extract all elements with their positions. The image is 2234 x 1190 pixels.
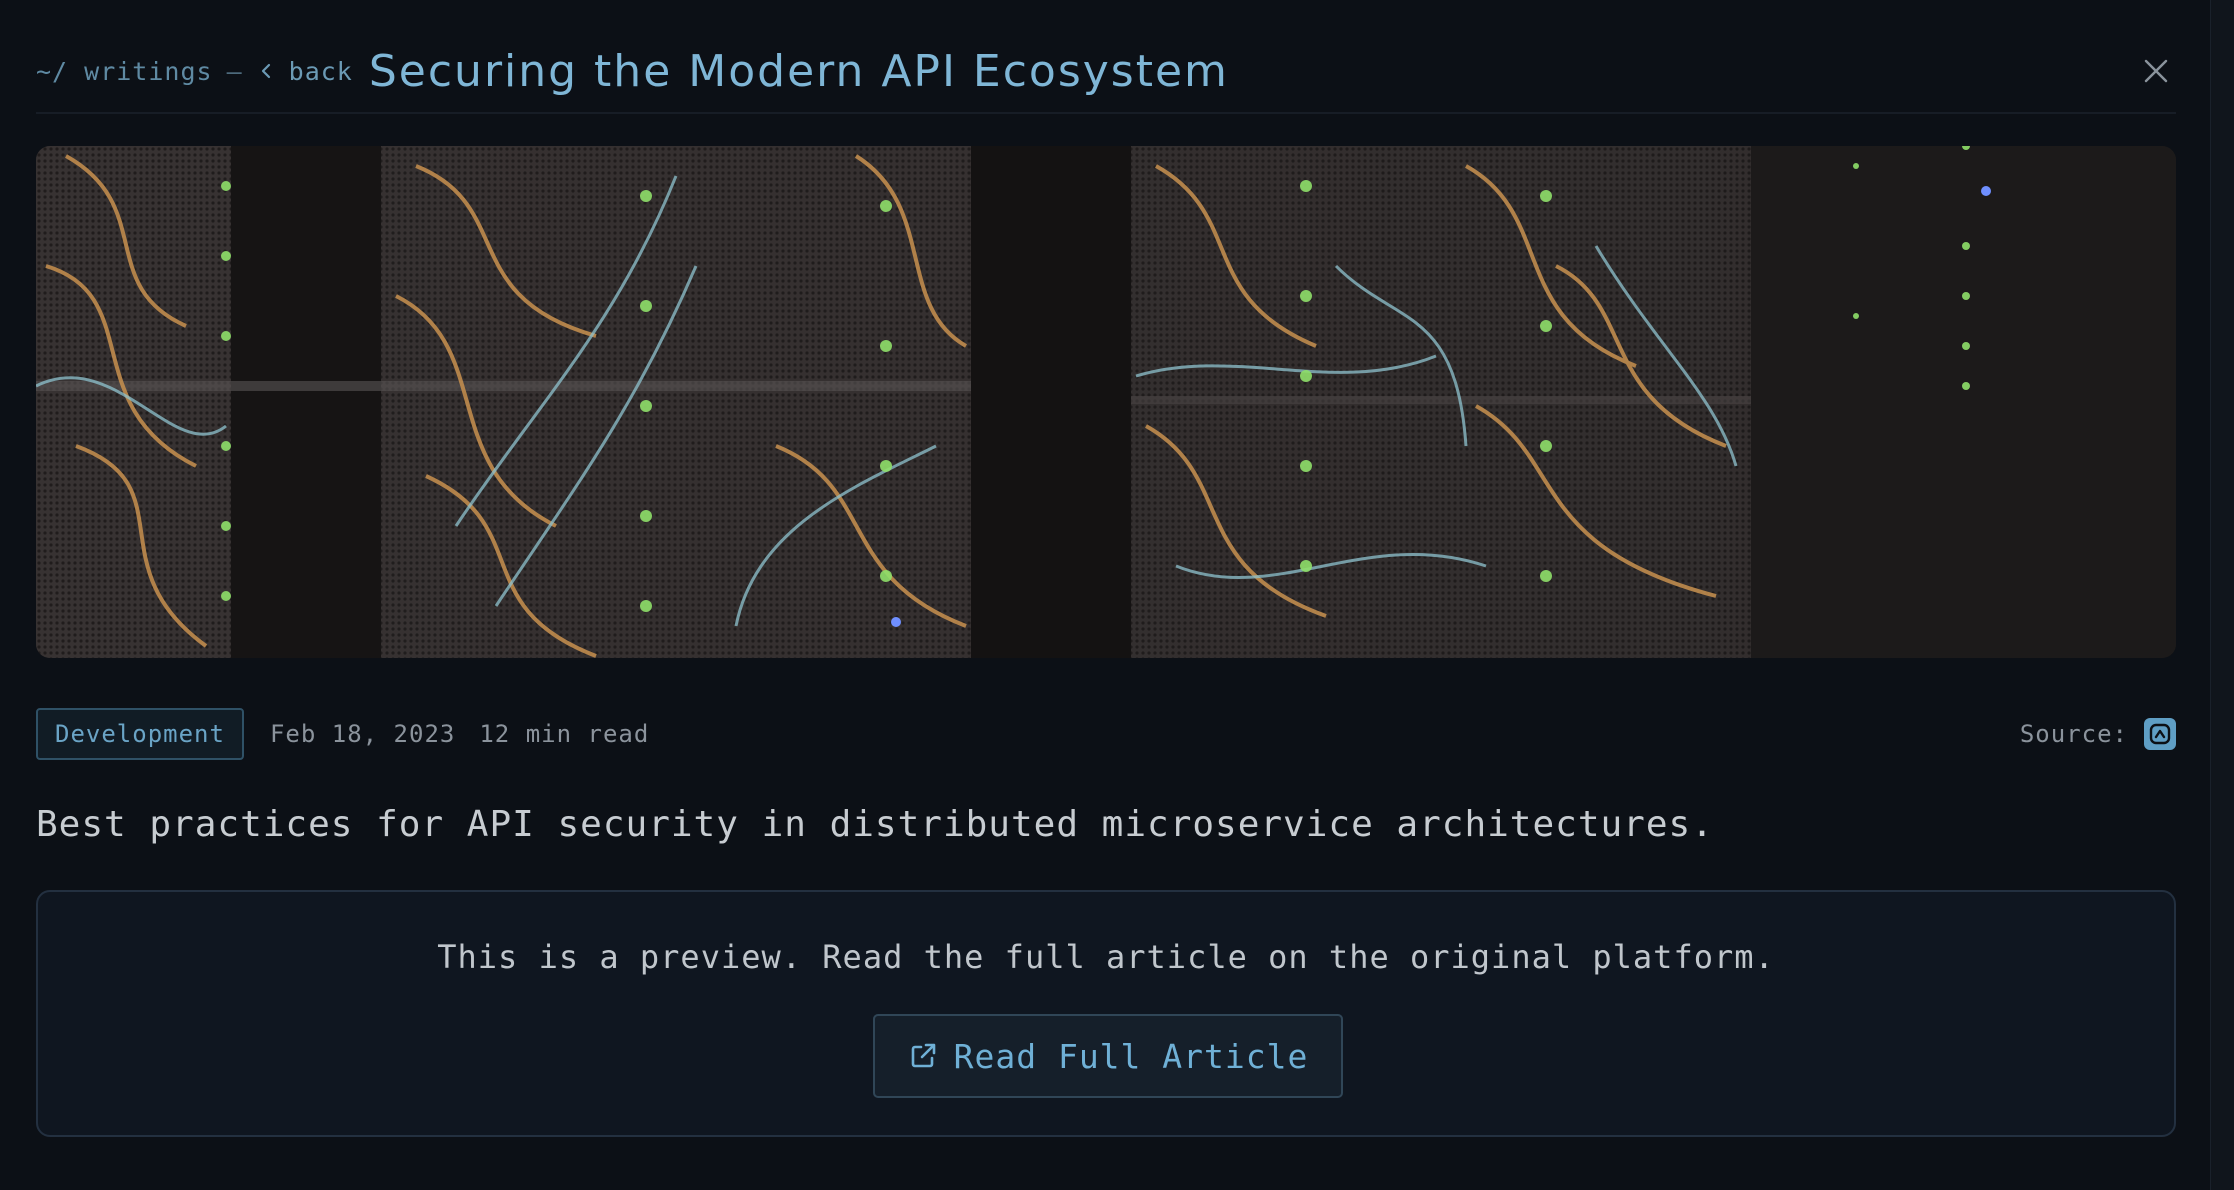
- scrollbar[interactable]: [2210, 0, 2234, 1190]
- preview-notice: This is a preview. Read the full article…: [437, 938, 1775, 976]
- back-label: back: [288, 56, 353, 86]
- read-full-article-button[interactable]: Read Full Article: [873, 1014, 1343, 1098]
- breadcrumb-root: ~/ writings: [36, 56, 213, 86]
- server-rack-image: [36, 146, 2176, 658]
- breadcrumb-separator: —: [226, 56, 243, 86]
- page-title: Securing the Modern API Ecosystem: [368, 45, 1229, 97]
- back-button[interactable]: back: [257, 57, 353, 86]
- article-meta: Development Feb 18, 2023 12 min read Sou…: [36, 708, 2176, 760]
- close-button[interactable]: [2136, 51, 2176, 91]
- article-summary: Best practices for API security in distr…: [36, 804, 1714, 845]
- external-link-icon: [911, 1043, 935, 1068]
- chevron-left-icon: [261, 63, 270, 79]
- preview-panel: This is a preview. Read the full article…: [36, 890, 2176, 1137]
- publish-date: Feb 18, 2023: [269, 720, 456, 748]
- read-time: 12 min read: [479, 720, 650, 748]
- modal-header: ~/ writings — back Securing the Modern A…: [36, 36, 2176, 114]
- close-icon: [2144, 59, 2168, 83]
- source-label: Source:: [2019, 720, 2128, 748]
- read-full-article-label: Read Full Article: [953, 1036, 1309, 1076]
- breadcrumb: ~/ writings — back: [36, 57, 353, 86]
- article-modal: ~/ writings — back Securing the Modern A…: [0, 0, 2210, 1190]
- source: Source:: [2020, 718, 2176, 750]
- hero-image: [36, 146, 2176, 658]
- platform-logo-icon[interactable]: [2144, 718, 2176, 750]
- category-tag[interactable]: Development: [36, 708, 244, 760]
